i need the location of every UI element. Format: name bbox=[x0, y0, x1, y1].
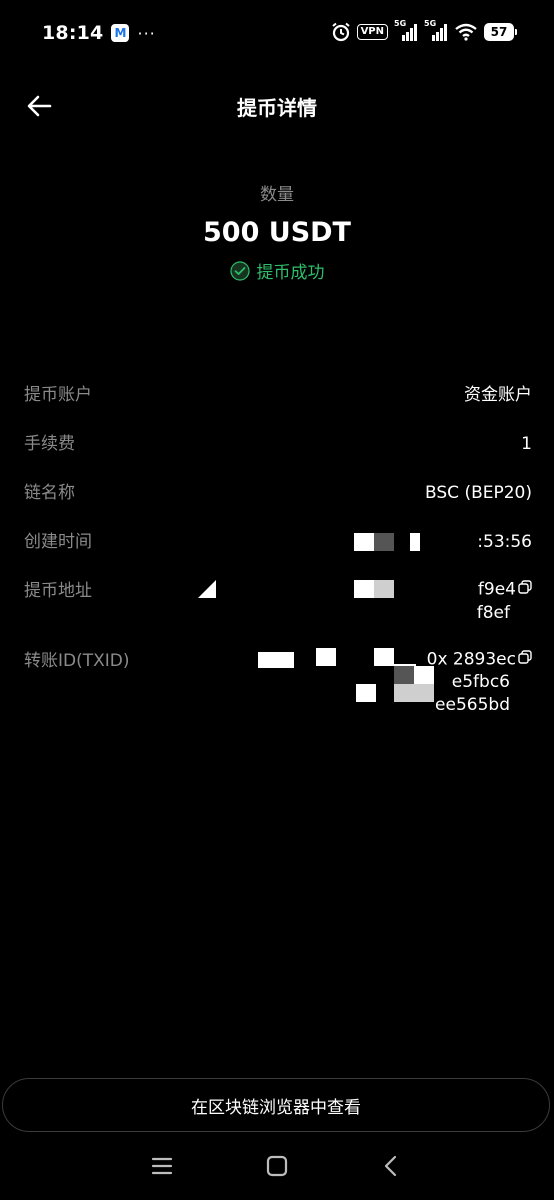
chain-value: BSC (BEP20) bbox=[425, 483, 532, 503]
copy-icon bbox=[518, 580, 532, 594]
vpn-badge: VPN bbox=[356, 24, 388, 40]
status-badge: 提币成功 bbox=[229, 258, 325, 283]
txid-value: 0x 2893ec e5fbc6 ee565bd bbox=[232, 647, 532, 718]
header: 提币详情 bbox=[0, 80, 554, 132]
copy-icon bbox=[518, 649, 532, 664]
txid-label: 转账ID(TXID) bbox=[24, 650, 130, 671]
redaction-mask bbox=[354, 533, 374, 551]
status-time: 18:14 bbox=[42, 22, 104, 44]
mail-notification-icon: M bbox=[111, 24, 130, 42]
more-notifications-icon: ··· bbox=[137, 23, 156, 43]
home-icon bbox=[266, 1155, 288, 1177]
redaction-mask bbox=[374, 580, 394, 598]
redaction-mask bbox=[394, 683, 434, 702]
redaction-mask bbox=[356, 683, 376, 702]
chain-label: 链名称 bbox=[24, 483, 75, 503]
menu-icon bbox=[151, 1157, 173, 1175]
row-txid: 转账ID(TXID) 0x 2893ec e5fbc6 ee565bd bbox=[24, 647, 532, 718]
page-title: 提币详情 bbox=[237, 96, 317, 120]
withdraw-summary: 数量 500 USDT 提币成功 bbox=[0, 180, 554, 285]
created-time-value: :53:56 bbox=[232, 529, 532, 555]
redaction-mask bbox=[414, 665, 434, 684]
account-label: 提币账户 bbox=[24, 385, 92, 405]
status-text: 提币成功 bbox=[256, 263, 325, 283]
copy-txid-button[interactable] bbox=[518, 648, 532, 671]
account-value: 资金账户 bbox=[464, 385, 532, 405]
amount-label: 数量 bbox=[260, 185, 294, 205]
row-address: 提币地址 f9e4 f8ef bbox=[24, 578, 532, 625]
redaction-mask bbox=[316, 647, 336, 666]
system-nav-bar bbox=[0, 1145, 554, 1185]
address-label: 提币地址 bbox=[24, 581, 92, 601]
created-time-label: 创建时间 bbox=[24, 532, 92, 552]
signal-icon: 5G bbox=[394, 19, 418, 41]
redaction-mask bbox=[258, 651, 294, 668]
fee-label: 手续费 bbox=[24, 434, 75, 454]
address-value: f9e4 f8ef bbox=[198, 578, 532, 625]
view-in-explorer-button[interactable]: 在区块链浏览器中查看 bbox=[2, 1078, 550, 1132]
row-created-time: 创建时间 :53:56 bbox=[24, 529, 532, 555]
status-bar: 18:14 M ··· VPN 5G 5G 57 bbox=[0, 0, 554, 68]
redaction-mask bbox=[354, 580, 374, 598]
row-account: 提币账户 资金账户 bbox=[24, 382, 532, 408]
redaction-mask bbox=[394, 665, 414, 684]
copy-address-button[interactable] bbox=[518, 578, 532, 601]
redaction-mask bbox=[410, 533, 420, 551]
menu-button[interactable] bbox=[149, 1153, 175, 1179]
redaction-mask bbox=[374, 647, 394, 666]
fee-value: 1 bbox=[521, 434, 532, 454]
redaction-mask bbox=[198, 580, 216, 598]
back-icon bbox=[384, 1155, 397, 1177]
alarm-icon bbox=[331, 22, 351, 42]
signal-icon-secondary: 5G bbox=[424, 19, 448, 41]
back-nav-button[interactable] bbox=[378, 1153, 404, 1179]
wifi-icon bbox=[454, 23, 478, 41]
check-circle-icon bbox=[229, 260, 250, 281]
row-chain: 链名称 BSC (BEP20) bbox=[24, 480, 532, 506]
redaction-mask bbox=[374, 533, 394, 551]
row-fee: 手续费 1 bbox=[24, 431, 532, 457]
battery-icon: 57 bbox=[484, 23, 517, 41]
details-list: 提币账户 资金账户 手续费 1 链名称 BSC (BEP20) 创建时间 :53… bbox=[24, 382, 532, 740]
amount-value: 500 USDT bbox=[203, 217, 351, 248]
home-button[interactable] bbox=[264, 1153, 290, 1179]
